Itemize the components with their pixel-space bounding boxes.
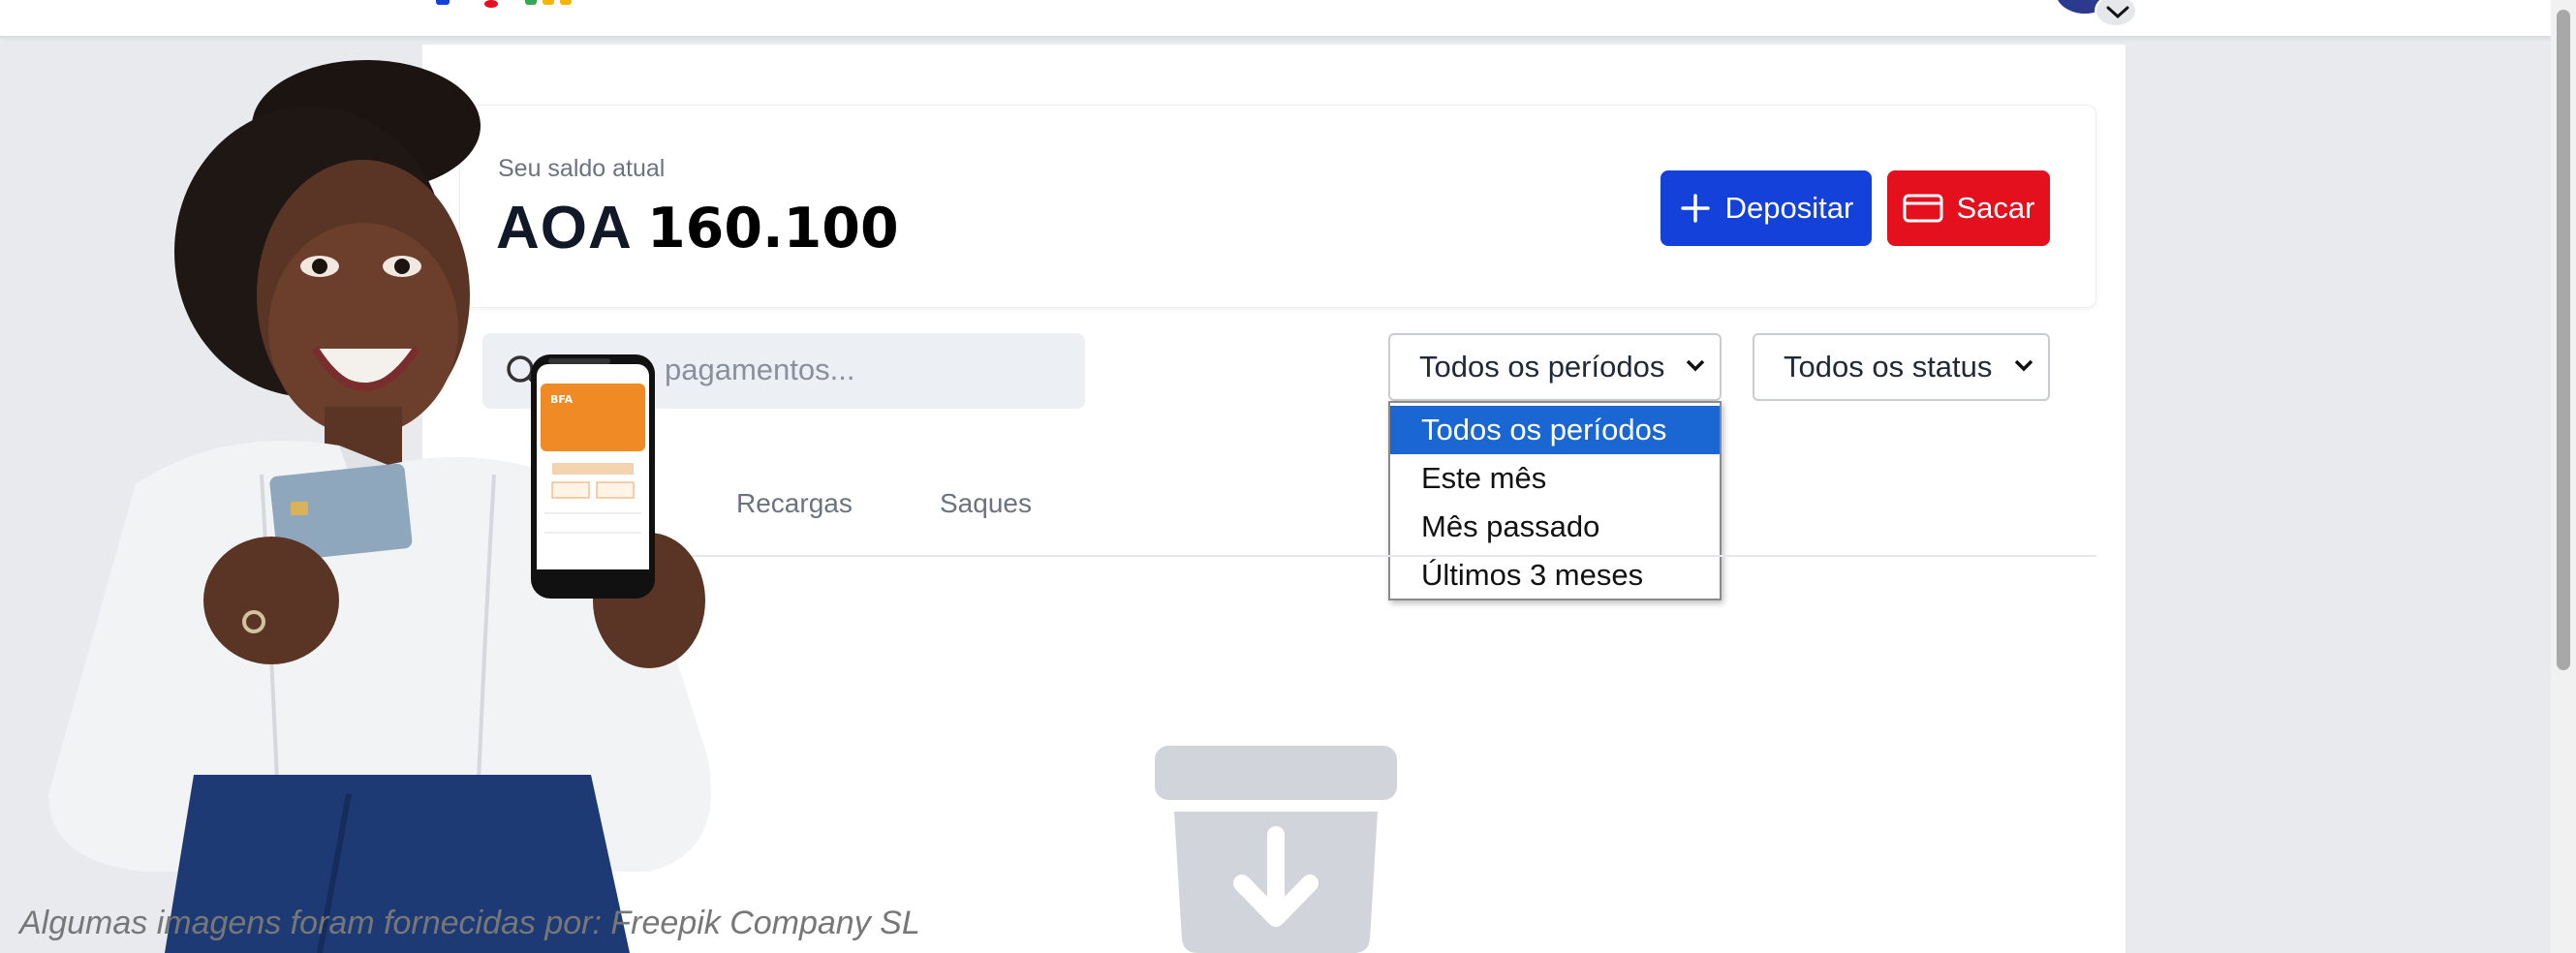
page-scrollbar[interactable]	[2551, 0, 2576, 953]
period-option[interactable]: Todos os períodos	[1390, 406, 1720, 454]
period-option[interactable]: Últimos 3 meses	[1390, 551, 1720, 599]
app-logo[interactable]	[436, 0, 601, 8]
withdraw-label: Sacar	[1956, 191, 2035, 225]
period-filter-select[interactable]: Todos os períodos	[1388, 333, 1722, 401]
period-option[interactable]: Este mês	[1390, 454, 1720, 503]
tab-saques[interactable]: Saques	[940, 488, 1032, 519]
chevron-down-icon	[1686, 359, 1705, 372]
chevron-down-icon	[2014, 359, 2033, 372]
plus-icon	[1680, 194, 1710, 223]
deposit-button[interactable]: Depositar	[1660, 170, 1872, 246]
tab-recargas[interactable]: Recargas	[736, 488, 853, 519]
chevron-down-icon	[2106, 6, 2129, 19]
status-filter-select[interactable]: Todos os status	[1753, 333, 2050, 401]
phone-brand-text: BFA	[550, 393, 574, 406]
credit-card-icon	[1903, 194, 1942, 223]
status-filter-value: Todos os status	[1784, 350, 1993, 384]
period-filter-value: Todos os períodos	[1419, 350, 1665, 384]
top-navigation-bar	[0, 0, 2551, 37]
period-option[interactable]: Mês passado	[1390, 503, 1720, 551]
promo-woman-image: BFA	[48, 60, 711, 953]
scrollbar-thumb[interactable]	[2557, 10, 2570, 670]
archive-download-icon	[1155, 746, 1397, 953]
period-dropdown-list: Todos os períodos Este mês Mês passado Ú…	[1388, 401, 1722, 600]
deposit-label: Depositar	[1724, 191, 1854, 225]
image-credit: Algumas imagens foram fornecidas por: Fr…	[19, 905, 920, 941]
withdraw-button[interactable]: Sacar	[1887, 170, 2050, 246]
account-menu-button[interactable]	[2095, 0, 2137, 27]
